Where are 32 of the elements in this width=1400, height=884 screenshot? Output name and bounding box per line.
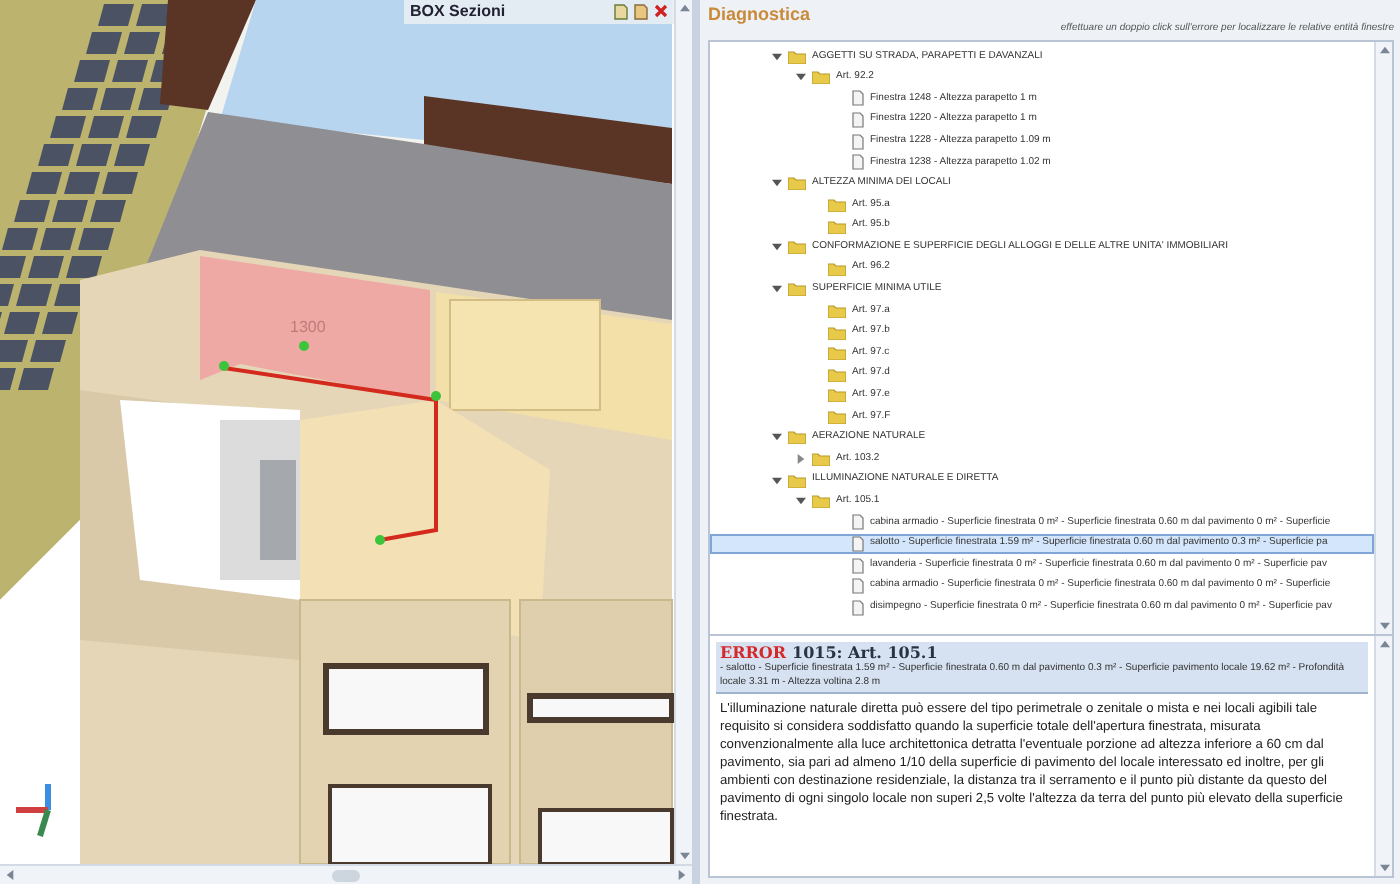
panel-title: Diagnostica xyxy=(708,6,813,24)
vertical-scrollbar[interactable] xyxy=(1374,42,1392,634)
error-label: ERROR xyxy=(720,644,787,662)
vertical-scrollbar[interactable] xyxy=(1374,636,1392,876)
scroll-down-icon[interactable] xyxy=(1379,622,1389,630)
scroll-up-icon[interactable] xyxy=(1379,640,1389,648)
scrollbar-thumb[interactable] xyxy=(332,869,360,881)
folder-icon xyxy=(828,261,846,276)
scroll-down-icon[interactable] xyxy=(679,852,689,860)
horizontal-scrollbar[interactable] xyxy=(0,864,692,884)
error-code: 1015: Art. 105.1 xyxy=(792,644,938,662)
expand-arrow-icon[interactable] xyxy=(772,242,782,253)
scroll-up-icon[interactable] xyxy=(1379,46,1389,54)
expand-arrow-icon[interactable] xyxy=(796,496,806,507)
expand-arrow-icon[interactable] xyxy=(796,454,806,465)
vertical-scrollbar[interactable] xyxy=(674,0,692,864)
close-icon[interactable] xyxy=(654,4,668,18)
scroll-up-icon[interactable] xyxy=(679,4,689,12)
expand-arrow-icon[interactable] xyxy=(772,475,782,486)
folder-icon xyxy=(788,282,806,297)
scroll-down-icon[interactable] xyxy=(1379,864,1389,872)
expand-arrow-icon[interactable] xyxy=(772,178,782,189)
panel-title: BOX Sezioni xyxy=(410,0,506,24)
scroll-right-icon[interactable] xyxy=(678,870,686,880)
axis-gizmo-icon xyxy=(16,784,51,837)
expand-arrow-icon[interactable] xyxy=(796,72,806,83)
expand-arrow-icon[interactable] xyxy=(772,432,782,443)
expand-arrow-icon[interactable] xyxy=(772,51,782,62)
scroll-left-icon[interactable] xyxy=(6,870,14,880)
expand-arrow-icon[interactable] xyxy=(772,284,782,295)
folder-icon xyxy=(788,240,806,255)
folder-icon xyxy=(788,176,806,191)
